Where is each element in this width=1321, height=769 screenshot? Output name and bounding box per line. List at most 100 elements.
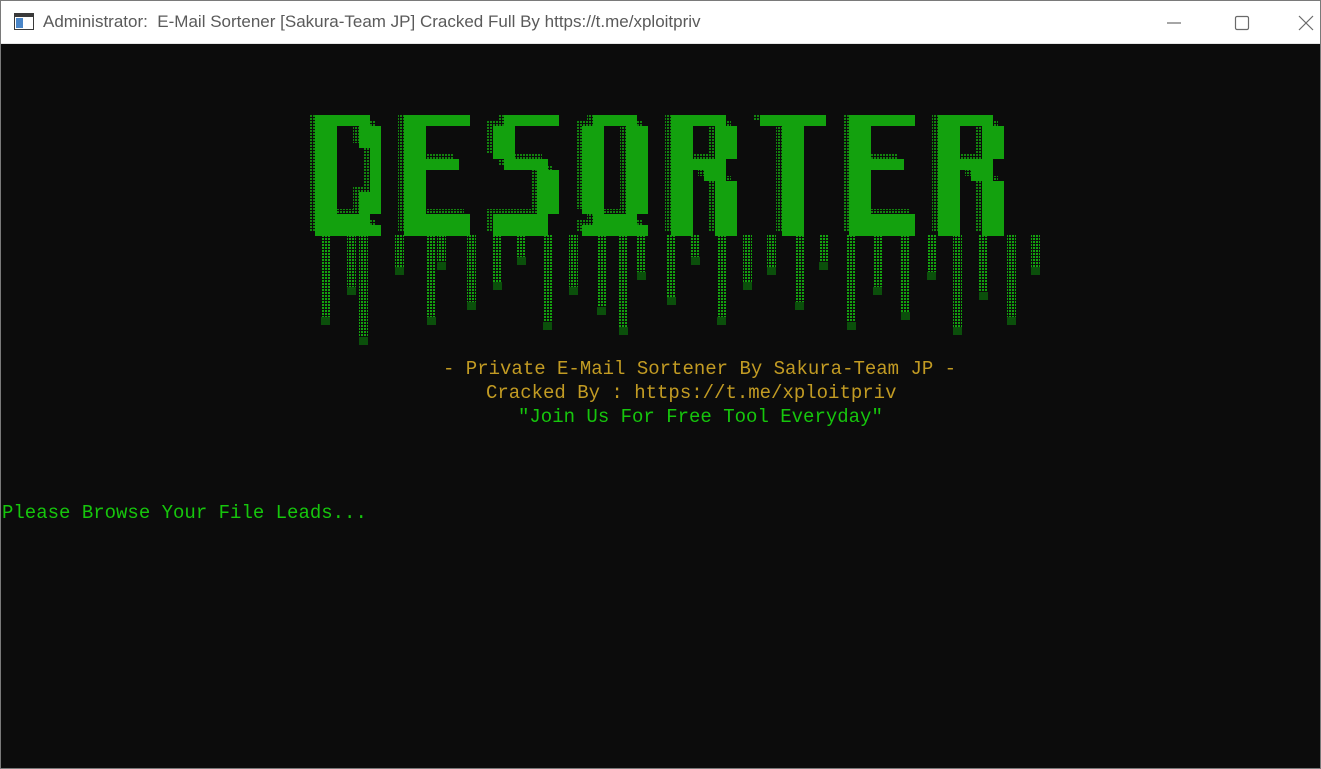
banner-block bbox=[315, 126, 326, 137]
banner-drip-tip bbox=[619, 327, 628, 335]
banner-block bbox=[404, 225, 415, 236]
banner-block bbox=[849, 192, 860, 203]
banner-block bbox=[404, 115, 415, 126]
banner-block bbox=[904, 225, 915, 236]
banner-block bbox=[326, 148, 337, 159]
banner-block bbox=[326, 181, 337, 192]
banner-block bbox=[415, 225, 426, 236]
banner-block bbox=[415, 115, 426, 126]
banner-block bbox=[693, 159, 704, 170]
banner-block bbox=[949, 137, 960, 148]
banner-block bbox=[615, 214, 626, 225]
banner-block bbox=[348, 225, 359, 236]
banner-block bbox=[448, 225, 459, 236]
minimize-button[interactable] bbox=[1140, 1, 1208, 44]
banner-drip-tip bbox=[1031, 267, 1040, 275]
banner-block bbox=[637, 159, 648, 170]
banner-block bbox=[704, 159, 715, 170]
banner-block bbox=[682, 170, 693, 181]
banner-block bbox=[415, 148, 426, 159]
console-output[interactable]: - Private E-Mail Sortener By Sakura-Team… bbox=[1, 45, 1320, 768]
banner-block bbox=[326, 192, 337, 203]
banner-drip-tip bbox=[359, 337, 368, 345]
banner-block bbox=[793, 170, 804, 181]
banner-block bbox=[793, 214, 804, 225]
banner-block bbox=[715, 181, 726, 192]
banner-block bbox=[426, 214, 437, 225]
banner-block bbox=[993, 181, 1004, 192]
banner-block bbox=[459, 225, 470, 236]
maximize-button[interactable] bbox=[1208, 1, 1276, 44]
banner-block bbox=[715, 170, 726, 181]
banner-block bbox=[415, 137, 426, 148]
banner-block bbox=[682, 203, 693, 214]
banner-block bbox=[404, 192, 415, 203]
banner-block bbox=[671, 126, 682, 137]
banner-block bbox=[971, 170, 982, 181]
banner-block bbox=[849, 203, 860, 214]
banner-drip-tip bbox=[493, 282, 502, 290]
banner-block bbox=[593, 159, 604, 170]
banner-block bbox=[626, 170, 637, 181]
banner-block bbox=[671, 181, 682, 192]
banner-drip bbox=[953, 235, 962, 335]
banner-block bbox=[526, 115, 537, 126]
banner-block bbox=[782, 148, 793, 159]
banner-block bbox=[982, 181, 993, 192]
banner-block bbox=[593, 170, 604, 181]
banner-block bbox=[893, 159, 904, 170]
desorter-banner-art bbox=[309, 115, 1040, 345]
banner-block bbox=[326, 225, 337, 236]
banner-block bbox=[671, 214, 682, 225]
banner-block bbox=[537, 192, 548, 203]
banner-block bbox=[459, 214, 470, 225]
banner-block bbox=[626, 181, 637, 192]
banner-block bbox=[515, 225, 526, 236]
banner-block bbox=[793, 225, 804, 236]
banner-block bbox=[849, 214, 860, 225]
banner-block bbox=[637, 137, 648, 148]
banner-drip bbox=[873, 235, 882, 295]
banner-block bbox=[493, 225, 504, 236]
banner-block bbox=[326, 115, 337, 126]
banner-block bbox=[871, 115, 882, 126]
close-button[interactable] bbox=[1276, 1, 1320, 44]
banner-block bbox=[504, 159, 515, 170]
banner-block bbox=[726, 203, 737, 214]
banner-block bbox=[537, 159, 548, 170]
banner-block bbox=[593, 115, 604, 126]
banner-block bbox=[860, 170, 871, 181]
banner-block bbox=[582, 148, 593, 159]
banner-block bbox=[515, 214, 526, 225]
banner-block bbox=[626, 203, 637, 214]
banner-block bbox=[504, 225, 515, 236]
banner-block bbox=[804, 115, 815, 126]
banner-block bbox=[537, 225, 548, 236]
banner-block bbox=[704, 115, 715, 126]
banner-drip bbox=[543, 235, 552, 330]
banner-block bbox=[682, 159, 693, 170]
banner-block bbox=[960, 159, 971, 170]
banner-block bbox=[726, 148, 737, 159]
maximize-icon bbox=[1234, 15, 1250, 31]
banner-block bbox=[715, 225, 726, 236]
banner-drip-tip bbox=[795, 302, 804, 310]
banner-block bbox=[882, 115, 893, 126]
banner-block bbox=[415, 181, 426, 192]
banner-block bbox=[404, 137, 415, 148]
banner-block bbox=[426, 115, 437, 126]
banner-block bbox=[982, 159, 993, 170]
banner-block bbox=[593, 225, 604, 236]
banner-block bbox=[938, 214, 949, 225]
banner-block bbox=[315, 225, 326, 236]
banner-block bbox=[960, 115, 971, 126]
banner-block bbox=[415, 192, 426, 203]
banner-drip-tip bbox=[1007, 317, 1016, 325]
banner-block bbox=[693, 115, 704, 126]
banner-drip bbox=[597, 235, 606, 315]
banner-block bbox=[637, 126, 648, 137]
banner-block bbox=[715, 214, 726, 225]
title-bar[interactable]: Administrator: E-Mail Sortener [Sakura-T… bbox=[1, 1, 1320, 44]
banner-block bbox=[715, 148, 726, 159]
banner-block bbox=[982, 137, 993, 148]
